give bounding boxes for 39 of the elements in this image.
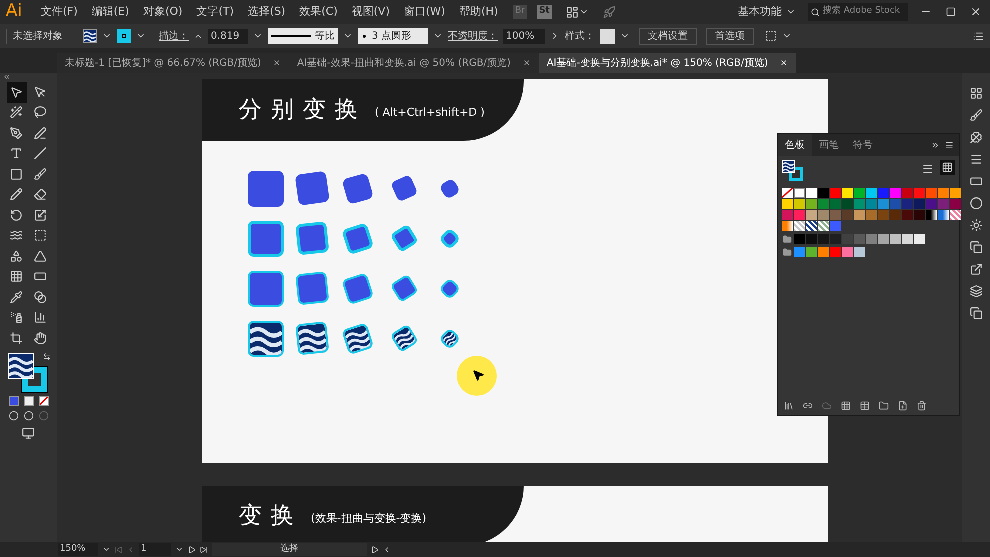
tab-label: AI基础-变换与分别变换.ai* @ 150% (RGB/预览)	[546, 56, 768, 70]
shortcut-note: ( Alt+Ctrl+shift+D )	[375, 104, 485, 121]
toolbar-button[interactable]: 首选项	[706, 28, 754, 44]
menu-item[interactable]: 文字(T)	[190, 4, 242, 20]
page-field[interactable]: 1	[139, 542, 171, 556]
zoom-field[interactable]: 150%	[58, 542, 98, 556]
variable-width-profile[interactable]: 等比	[268, 28, 338, 44]
menu-item[interactable]: 帮助(H)	[452, 4, 506, 20]
panel-tab[interactable]: 符号	[846, 134, 880, 156]
brush-definition[interactable]: 3 点圆形	[358, 28, 428, 44]
tab-label: 未标题-1 [已恢复]* @ 66.67% (RGB/预览)	[65, 56, 262, 70]
opacity-label[interactable]: 不透明度：	[448, 28, 498, 44]
panel-tab[interactable]: 画笔	[812, 134, 846, 156]
stroke-label[interactable]: 描边：	[159, 28, 189, 44]
artboard-title: 分别变换	[239, 96, 367, 125]
shortcut-note: (效果-扭曲与变换-变换)	[311, 510, 427, 527]
app-logo: Ai	[5, 0, 24, 24]
stock-search-field[interactable]: 搜索 Adobe Stock	[808, 3, 908, 21]
menu-item[interactable]: 编辑(E)	[84, 4, 136, 20]
selection-status: 未选择对象	[6, 28, 78, 44]
stock-icon[interactable]: St	[537, 5, 552, 19]
stroke-weight-field[interactable]: 0.819	[208, 28, 248, 44]
panel-tab[interactable]: 色板	[778, 134, 812, 156]
status-field[interactable]: 选择	[212, 542, 367, 556]
tab-label: AI基础-效果-扭曲和变换.ai @ 50% (RGB/预览)	[297, 56, 511, 70]
style-label: 样式：	[565, 30, 595, 44]
toolbar-button[interactable]: 文档设置	[639, 28, 697, 44]
document-tab[interactable]: AI基础-变换与分别变换.ai* @ 150% (RGB/预览)	[538, 53, 796, 73]
workspace-switcher[interactable]: 基本功能	[738, 4, 786, 20]
menu-item[interactable]: 窗口(W)	[396, 4, 452, 20]
opacity-field[interactable]: 100%	[503, 28, 545, 44]
menu-item[interactable]: 效果(C)	[292, 4, 345, 20]
document-tab[interactable]: 未标题-1 [已恢复]* @ 66.67% (RGB/预览)	[57, 53, 290, 73]
menu-item[interactable]: 选择(S)	[241, 4, 293, 20]
menu-item[interactable]: 视图(V)	[344, 4, 397, 20]
menu-item[interactable]: 对象(O)	[136, 4, 190, 20]
artboard-title: 变换	[239, 502, 303, 531]
document-tab[interactable]: AI基础-效果-扭曲和变换.ai @ 50% (RGB/预览)	[289, 53, 539, 73]
menu-item[interactable]: 文件(F)	[34, 4, 85, 20]
